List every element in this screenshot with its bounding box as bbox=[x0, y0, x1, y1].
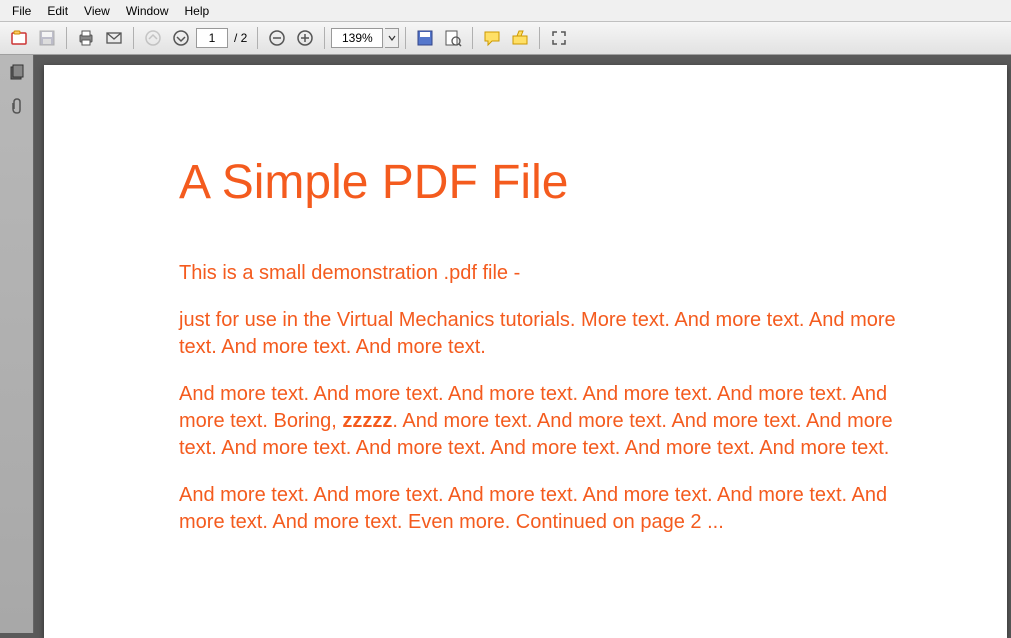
separator bbox=[257, 27, 258, 49]
zoom-input[interactable] bbox=[331, 28, 383, 48]
print-icon bbox=[77, 29, 95, 47]
pdf-title: A Simple PDF File bbox=[179, 155, 1007, 210]
pdf-page: A Simple PDF File This is a small demons… bbox=[44, 65, 1007, 638]
email-button[interactable] bbox=[101, 25, 127, 51]
pdf-paragraph: just for use in the Virtual Mechanics tu… bbox=[179, 307, 899, 361]
menubar: File Edit View Window Help bbox=[0, 0, 1011, 22]
menu-view[interactable]: View bbox=[76, 2, 118, 20]
toolbar: / 2 bbox=[0, 22, 1011, 55]
page-total-label: / 2 bbox=[230, 31, 251, 45]
menu-window[interactable]: Window bbox=[118, 2, 177, 20]
highlight-button[interactable] bbox=[507, 25, 533, 51]
separator bbox=[539, 27, 540, 49]
page-number-input[interactable] bbox=[196, 28, 228, 48]
separator bbox=[472, 27, 473, 49]
menu-file[interactable]: File bbox=[4, 2, 39, 20]
open-icon bbox=[10, 29, 28, 47]
fullscreen-button[interactable] bbox=[546, 25, 572, 51]
pages-icon bbox=[8, 63, 26, 81]
document-area[interactable]: A Simple PDF File This is a small demons… bbox=[34, 55, 1011, 633]
paperclip-icon bbox=[8, 97, 26, 115]
speech-bubble-icon bbox=[483, 29, 501, 47]
pdf-paragraph: This is a small demonstration .pdf file … bbox=[179, 260, 899, 287]
email-icon bbox=[105, 29, 123, 47]
menu-help[interactable]: Help bbox=[177, 2, 218, 20]
zoom-in-button[interactable] bbox=[292, 25, 318, 51]
pdf-paragraph: And more text. And more text. And more t… bbox=[179, 381, 899, 462]
highlight-icon bbox=[511, 29, 529, 47]
zoom-dropdown-button[interactable] bbox=[385, 28, 399, 48]
sidebar bbox=[0, 55, 34, 633]
note-button[interactable] bbox=[479, 25, 505, 51]
fullscreen-icon bbox=[550, 29, 568, 47]
print-button[interactable] bbox=[73, 25, 99, 51]
arrow-up-icon bbox=[144, 29, 162, 47]
save-icon bbox=[38, 29, 56, 47]
save-button bbox=[34, 25, 60, 51]
separator bbox=[405, 27, 406, 49]
pdf-paragraph: And more text. And more text. And more t… bbox=[179, 482, 899, 536]
separator bbox=[133, 27, 134, 49]
pages-panel-button[interactable] bbox=[6, 61, 28, 83]
content-area: A Simple PDF File This is a small demons… bbox=[0, 55, 1011, 633]
arrow-down-icon bbox=[172, 29, 190, 47]
open-button[interactable] bbox=[6, 25, 32, 51]
attachments-panel-button[interactable] bbox=[6, 95, 28, 117]
save-copy-button[interactable] bbox=[412, 25, 438, 51]
chevron-down-icon bbox=[388, 34, 396, 42]
find-icon bbox=[444, 29, 462, 47]
pdf-body: This is a small demonstration .pdf file … bbox=[179, 260, 899, 536]
prev-page-button bbox=[140, 25, 166, 51]
find-button[interactable] bbox=[440, 25, 466, 51]
zoom-out-button[interactable] bbox=[264, 25, 290, 51]
floppy-icon bbox=[416, 29, 434, 47]
separator bbox=[66, 27, 67, 49]
menu-edit[interactable]: Edit bbox=[39, 2, 76, 20]
separator bbox=[324, 27, 325, 49]
next-page-button[interactable] bbox=[168, 25, 194, 51]
zoom-out-icon bbox=[268, 29, 286, 47]
zoom-in-icon bbox=[296, 29, 314, 47]
